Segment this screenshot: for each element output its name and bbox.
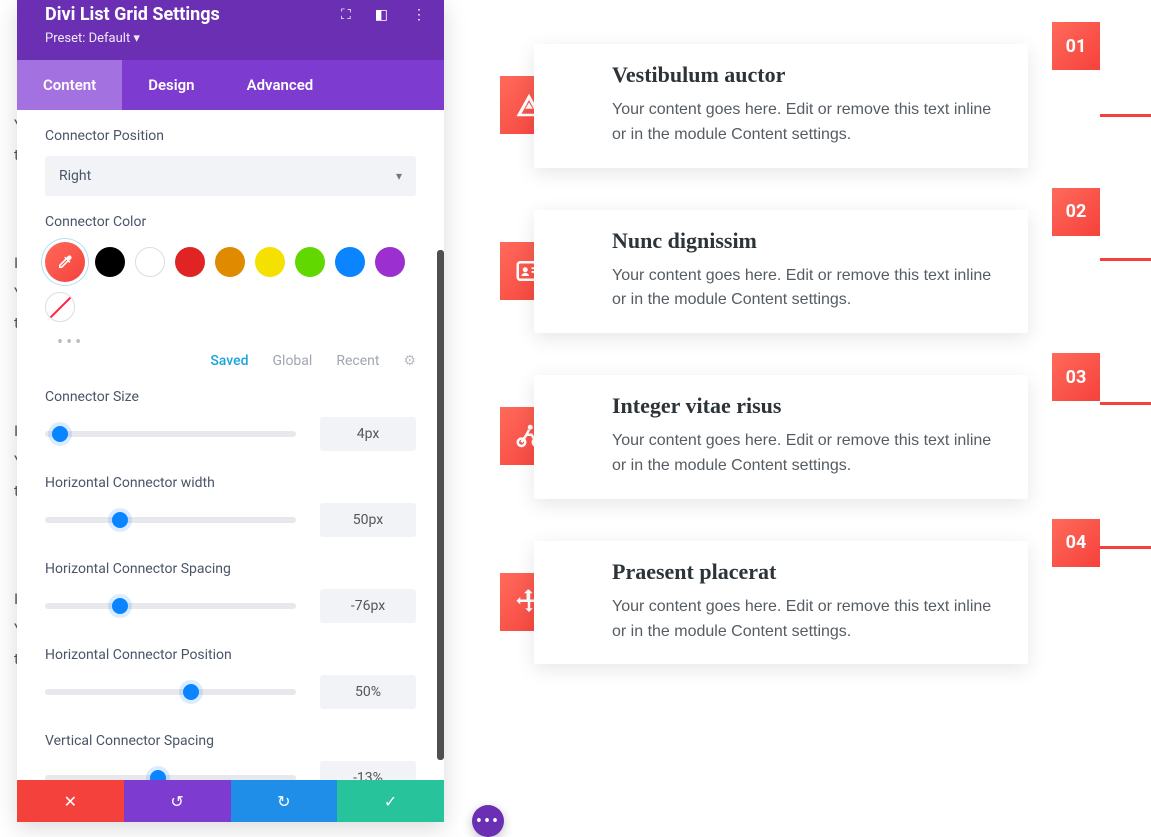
list-item: 02 Nunc dignissim Your content goes here… (500, 210, 1100, 334)
swatch-green[interactable] (295, 247, 325, 277)
panel-footer: ✕ ↺ ↻ ✓ (17, 780, 444, 822)
list-card[interactable]: Vestibulum auctor Your content goes here… (534, 44, 1028, 168)
swatch-red[interactable] (175, 247, 205, 277)
field-v-connector-spacing: Vertical Connector Spacing -13% (45, 733, 416, 780)
card-title: Praesent placerat (612, 559, 1008, 585)
field-h-connector-spacing: Horizontal Connector Spacing -76px (45, 561, 416, 623)
expand-icon[interactable]: ⛶ (341, 7, 351, 23)
list-card[interactable]: Integer vitae risus Your content goes he… (534, 375, 1028, 499)
gear-icon[interactable]: ⚙ (403, 353, 416, 369)
color-picker-button[interactable] (45, 242, 85, 282)
save-button[interactable]: ✓ (337, 780, 444, 822)
palette-recent[interactable]: Recent (336, 353, 379, 369)
palette-saved[interactable]: Saved (210, 353, 248, 369)
list-item: 01 Vestibulum auctor Your content goes h… (500, 44, 1100, 168)
swatch-white[interactable] (135, 247, 165, 277)
undo-button[interactable]: ↺ (124, 780, 231, 822)
panel-title: Divi List Grid Settings (45, 4, 220, 25)
slider-thumb[interactable] (112, 512, 128, 528)
label-connector-size: Connector Size (45, 389, 416, 405)
slider-thumb[interactable] (112, 598, 128, 614)
field-h-connector-position: Horizontal Connector Position 50% (45, 647, 416, 709)
swatch-blue[interactable] (335, 247, 365, 277)
swatch-none[interactable] (45, 292, 75, 322)
value-h-connector-width[interactable]: 50px (320, 503, 416, 537)
field-connector-position: Connector Position Right ▾ (45, 128, 416, 196)
redo-button[interactable]: ↻ (231, 780, 338, 822)
card-title: Nunc dignissim (612, 228, 1008, 254)
close-button[interactable]: ✕ (17, 780, 124, 822)
list-card[interactable]: Praesent placerat Your content goes here… (534, 541, 1028, 665)
label-h-connector-position: Horizontal Connector Position (45, 647, 416, 663)
chevron-down-icon: ▾ (396, 169, 402, 183)
select-connector-position[interactable]: Right ▾ (45, 156, 416, 196)
slider-h-connector-spacing[interactable] (45, 603, 296, 609)
tab-advanced[interactable]: Advanced (221, 60, 340, 110)
swatch-black[interactable] (95, 247, 125, 277)
value-h-connector-position[interactable]: 50% (320, 675, 416, 709)
card-body: Your content goes here. Edit or remove t… (612, 264, 1008, 314)
label-h-connector-width: Horizontal Connector width (45, 475, 416, 491)
number-badge: 04 (1052, 519, 1100, 567)
tab-content[interactable]: Content (17, 60, 122, 110)
slider-thumb[interactable] (183, 684, 199, 700)
slider-h-connector-position[interactable] (45, 689, 296, 695)
list-item: 04 Praesent placerat Your content goes h… (500, 541, 1100, 665)
preset-dropdown[interactable]: Preset: Default ▾ (45, 31, 426, 46)
kebab-menu-icon[interactable]: ⋮ (412, 7, 426, 23)
list-item: 03 Integer vitae risus Your content goes… (500, 375, 1100, 499)
card-body: Your content goes here. Edit or remove t… (612, 429, 1008, 479)
value-v-connector-spacing[interactable]: -13% (320, 761, 416, 780)
swatch-purple[interactable] (375, 247, 405, 277)
panel-header: Divi List Grid Settings ⛶ ◧ ⋮ Preset: De… (17, 0, 444, 60)
responsive-icon[interactable]: ◧ (375, 7, 388, 23)
slider-connector-size[interactable] (45, 431, 296, 437)
connector-horizontal (1100, 546, 1151, 549)
number-badge: 03 (1052, 353, 1100, 401)
field-connector-size: Connector Size 4px (45, 389, 416, 451)
slider-thumb[interactable] (52, 426, 68, 442)
card-title: Vestibulum auctor (612, 62, 1008, 88)
palette-global[interactable]: Global (273, 353, 313, 369)
field-h-connector-width: Horizontal Connector width 50px (45, 475, 416, 537)
label-connector-color: Connector Color (45, 214, 416, 230)
slider-h-connector-width[interactable] (45, 517, 296, 523)
card-body: Your content goes here. Edit or remove t… (612, 98, 1008, 148)
card-body: Your content goes here. Edit or remove t… (612, 595, 1008, 645)
select-value: Right (59, 168, 91, 184)
settings-panel: Divi List Grid Settings ⛶ ◧ ⋮ Preset: De… (17, 0, 444, 822)
field-connector-color: Connector Color ••• (45, 214, 416, 353)
connector-horizontal (1100, 402, 1151, 405)
connector-horizontal (1100, 114, 1151, 117)
label-h-connector-spacing: Horizontal Connector Spacing (45, 561, 416, 577)
fab-button[interactable]: ••• (472, 805, 504, 837)
swatch-yellow[interactable] (255, 247, 285, 277)
label-v-connector-spacing: Vertical Connector Spacing (45, 733, 416, 749)
tab-design[interactable]: Design (122, 60, 220, 110)
panel-tabs: Content Design Advanced (17, 60, 444, 110)
list-card[interactable]: Nunc dignissim Your content goes here. E… (534, 210, 1028, 334)
label-connector-position: Connector Position (45, 128, 416, 144)
panel-body: Connector Position Right ▾ Connector Col… (17, 110, 444, 780)
number-badge: 01 (1052, 22, 1100, 70)
more-colors-icon[interactable]: ••• (45, 332, 416, 353)
slider-thumb[interactable] (150, 770, 166, 780)
swatch-orange[interactable] (215, 247, 245, 277)
card-title: Integer vitae risus (612, 393, 1008, 419)
connector-horizontal (1100, 258, 1151, 261)
number-badge: 02 (1052, 188, 1100, 236)
value-h-connector-spacing[interactable]: -76px (320, 589, 416, 623)
preview-area: 01 Vestibulum auctor Your content goes h… (500, 44, 1100, 706)
palette-mode-row: Saved Global Recent ⚙ (45, 353, 416, 369)
slider-v-connector-spacing[interactable] (45, 775, 296, 780)
value-connector-size[interactable]: 4px (320, 417, 416, 451)
eyedropper-icon (56, 253, 74, 271)
panel-scrollbar[interactable] (437, 250, 444, 760)
